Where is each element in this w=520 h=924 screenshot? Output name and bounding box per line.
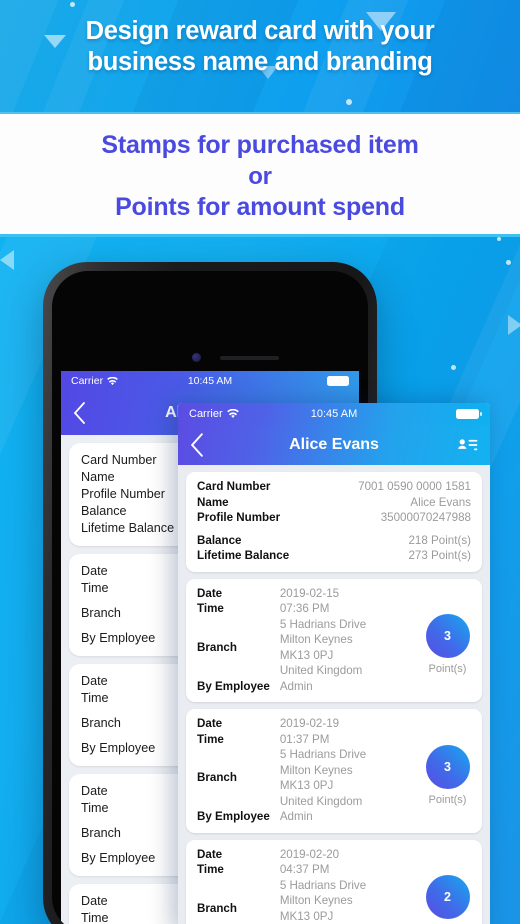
subheadline-line3: Points for amount spend: [115, 193, 405, 221]
branch-line: 5 Hadrians Drive: [279, 617, 367, 631]
transaction-grid: Date 2019-02-15 Time 07:36 PM Branch 5 H…: [197, 586, 418, 695]
transaction-label-date: Date: [197, 847, 223, 861]
back-button[interactable]: [190, 433, 204, 457]
contact-card-icon[interactable]: [457, 437, 478, 454]
transaction-value-date: 2019-02-15: [279, 586, 340, 600]
points-badge: 2 Point(s): [424, 847, 471, 924]
promo-banner: Design reward card with your business na…: [0, 0, 520, 112]
banner-headline: Design reward card with your business na…: [0, 16, 520, 78]
decor-triangle-right-lower: [508, 315, 520, 335]
points-badge: 3 Point(s): [424, 716, 471, 825]
branch-line: MK13 0PJ: [279, 909, 334, 923]
back-status-bar: Carrier 10:45 AM: [61, 371, 359, 391]
transaction-value-time: 01:37 PM: [279, 732, 330, 746]
transaction-grid: Date 2019-02-20 Time 04:37 PM Branch 5 H…: [197, 847, 418, 924]
transaction-label-time: Time: [197, 863, 224, 876]
summary-value: 218 Point(s): [408, 533, 471, 547]
transaction-label-time: Time: [197, 602, 224, 615]
customer-summary-card[interactable]: Card Number 7001 0590 0000 1581 Name Ali…: [186, 472, 482, 572]
summary-value: 35000070247988: [380, 511, 471, 524]
points-label: Point(s): [428, 663, 467, 676]
transaction-value-time: 04:37 PM: [279, 863, 330, 876]
front-nav-bar: Alice Evans: [178, 425, 490, 465]
transaction-label-employee: By Employee: [197, 679, 270, 693]
battery-icon: [456, 409, 482, 419]
branch-line: United Kingdom: [279, 664, 363, 677]
branch-line: United Kingdom: [279, 794, 363, 808]
screenshot-stage: Design reward card with your business na…: [0, 0, 520, 924]
earpiece-speaker: [220, 356, 279, 360]
transaction-label-branch: Branch: [197, 901, 237, 915]
back-status-clock: 10:45 AM: [187, 375, 233, 387]
transaction-card[interactable]: Date 2019-02-20 Time 04:37 PM Branch 5 H…: [186, 839, 482, 924]
subheadline-band: Stamps for purchased item or Points for …: [0, 112, 520, 237]
summary-value: 7001 0590 0000 1581: [358, 480, 471, 493]
front-status-bar: Carrier 10:45 AM: [178, 403, 490, 425]
branch-line: Milton Keynes: [279, 763, 353, 777]
transaction-label-time: Time: [197, 732, 224, 746]
transaction-details: Date 2019-02-15 Time 07:36 PM Branch 5 H…: [197, 586, 418, 695]
summary-value: Alice Evans: [410, 495, 471, 509]
decor-dot: [346, 99, 352, 105]
transaction-grid: Date 2019-02-19 Time 01:37 PM Branch 5 H…: [197, 716, 418, 825]
transaction-card[interactable]: Date 2019-02-15 Time 07:36 PM Branch 5 H…: [186, 578, 482, 702]
branch-line: 5 Hadrians Drive: [279, 878, 367, 892]
transaction-value-branch: 5 Hadrians Drive Milton Keynes MK13 0PJ …: [280, 878, 418, 924]
points-circle: 3: [425, 744, 470, 789]
transaction-value-date: 2019-02-20: [279, 847, 340, 861]
summary-row-name: Name Alice Evans: [197, 495, 471, 511]
summary-label: Lifetime Balance: [197, 549, 290, 562]
transaction-value-time: 07:36 PM: [279, 602, 330, 615]
summary-label: Card Number: [197, 480, 271, 493]
decor-dot: [497, 237, 501, 241]
points-label: Point(s): [428, 793, 467, 806]
band-top-rule: [0, 112, 520, 114]
transaction-value-employee: Admin: [279, 810, 313, 823]
banner-headline-line2: business name and branding: [87, 48, 433, 76]
branch-line: MK13 0PJ: [279, 648, 334, 662]
transaction-label-branch: Branch: [197, 640, 237, 654]
transaction-label-date: Date: [197, 586, 223, 600]
summary-row-lifetime-balance: Lifetime Balance 273 Point(s): [197, 548, 471, 564]
transaction-card[interactable]: Date 2019-02-19 Time 01:37 PM Branch 5 H…: [186, 709, 482, 833]
transaction-value-branch: 5 Hadrians Drive Milton Keynes MK13 0PJ …: [280, 617, 418, 679]
transaction-value-date: 2019-02-19: [279, 717, 340, 730]
front-card-list[interactable]: Card Number 7001 0590 0000 1581 Name Ali…: [178, 465, 490, 924]
banner-headline-line1: Design reward card with your: [85, 17, 435, 45]
branch-line: Milton Keynes: [279, 633, 353, 646]
transaction-value-branch: 5 Hadrians Drive Milton Keynes MK13 0PJ …: [280, 747, 418, 809]
summary-value: 273 Point(s): [408, 549, 471, 562]
decor-triangle-left-lower: [0, 250, 14, 270]
summary-label: Balance: [197, 533, 242, 547]
front-nav-title: Alice Evans: [289, 436, 379, 453]
front-camera-icon: [192, 353, 201, 362]
subheadline-line1: Stamps for purchased item: [101, 131, 419, 159]
decor-dot: [451, 365, 456, 370]
transaction-label-branch: Branch: [197, 771, 237, 785]
decor-dot: [506, 260, 511, 265]
branch-line: MK13 0PJ: [279, 779, 334, 792]
points-circle: 3: [425, 614, 470, 659]
branch-line: Milton Keynes: [279, 894, 353, 907]
summary-row-card-number: Card Number 7001 0590 0000 1581: [197, 479, 471, 495]
summary-row-balance: Balance 218 Point(s): [197, 533, 471, 549]
subheadline-line2: or: [248, 163, 272, 190]
transaction-value-employee: Admin: [279, 679, 313, 693]
summary-label: Name: [197, 495, 229, 509]
points-circle: 2: [425, 875, 470, 920]
front-phone-screen: Carrier 10:45 AM Alice Evans Card Number: [178, 403, 490, 924]
summary-label: Profile Number: [197, 511, 281, 524]
decor-dot: [70, 2, 75, 7]
transaction-label-employee: By Employee: [197, 810, 270, 823]
front-status-clock: 10:45 AM: [310, 408, 358, 420]
transaction-label-date: Date: [197, 717, 223, 730]
points-badge: 3 Point(s): [424, 586, 471, 695]
subheadline-text: Stamps for purchased item or Points for …: [0, 130, 520, 223]
transaction-details: Date 2019-02-20 Time 04:37 PM Branch 5 H…: [197, 847, 418, 924]
branch-line: 5 Hadrians Drive: [279, 748, 367, 761]
transaction-details: Date 2019-02-19 Time 01:37 PM Branch 5 H…: [197, 716, 418, 825]
summary-row-profile-number: Profile Number 35000070247988: [197, 510, 471, 526]
